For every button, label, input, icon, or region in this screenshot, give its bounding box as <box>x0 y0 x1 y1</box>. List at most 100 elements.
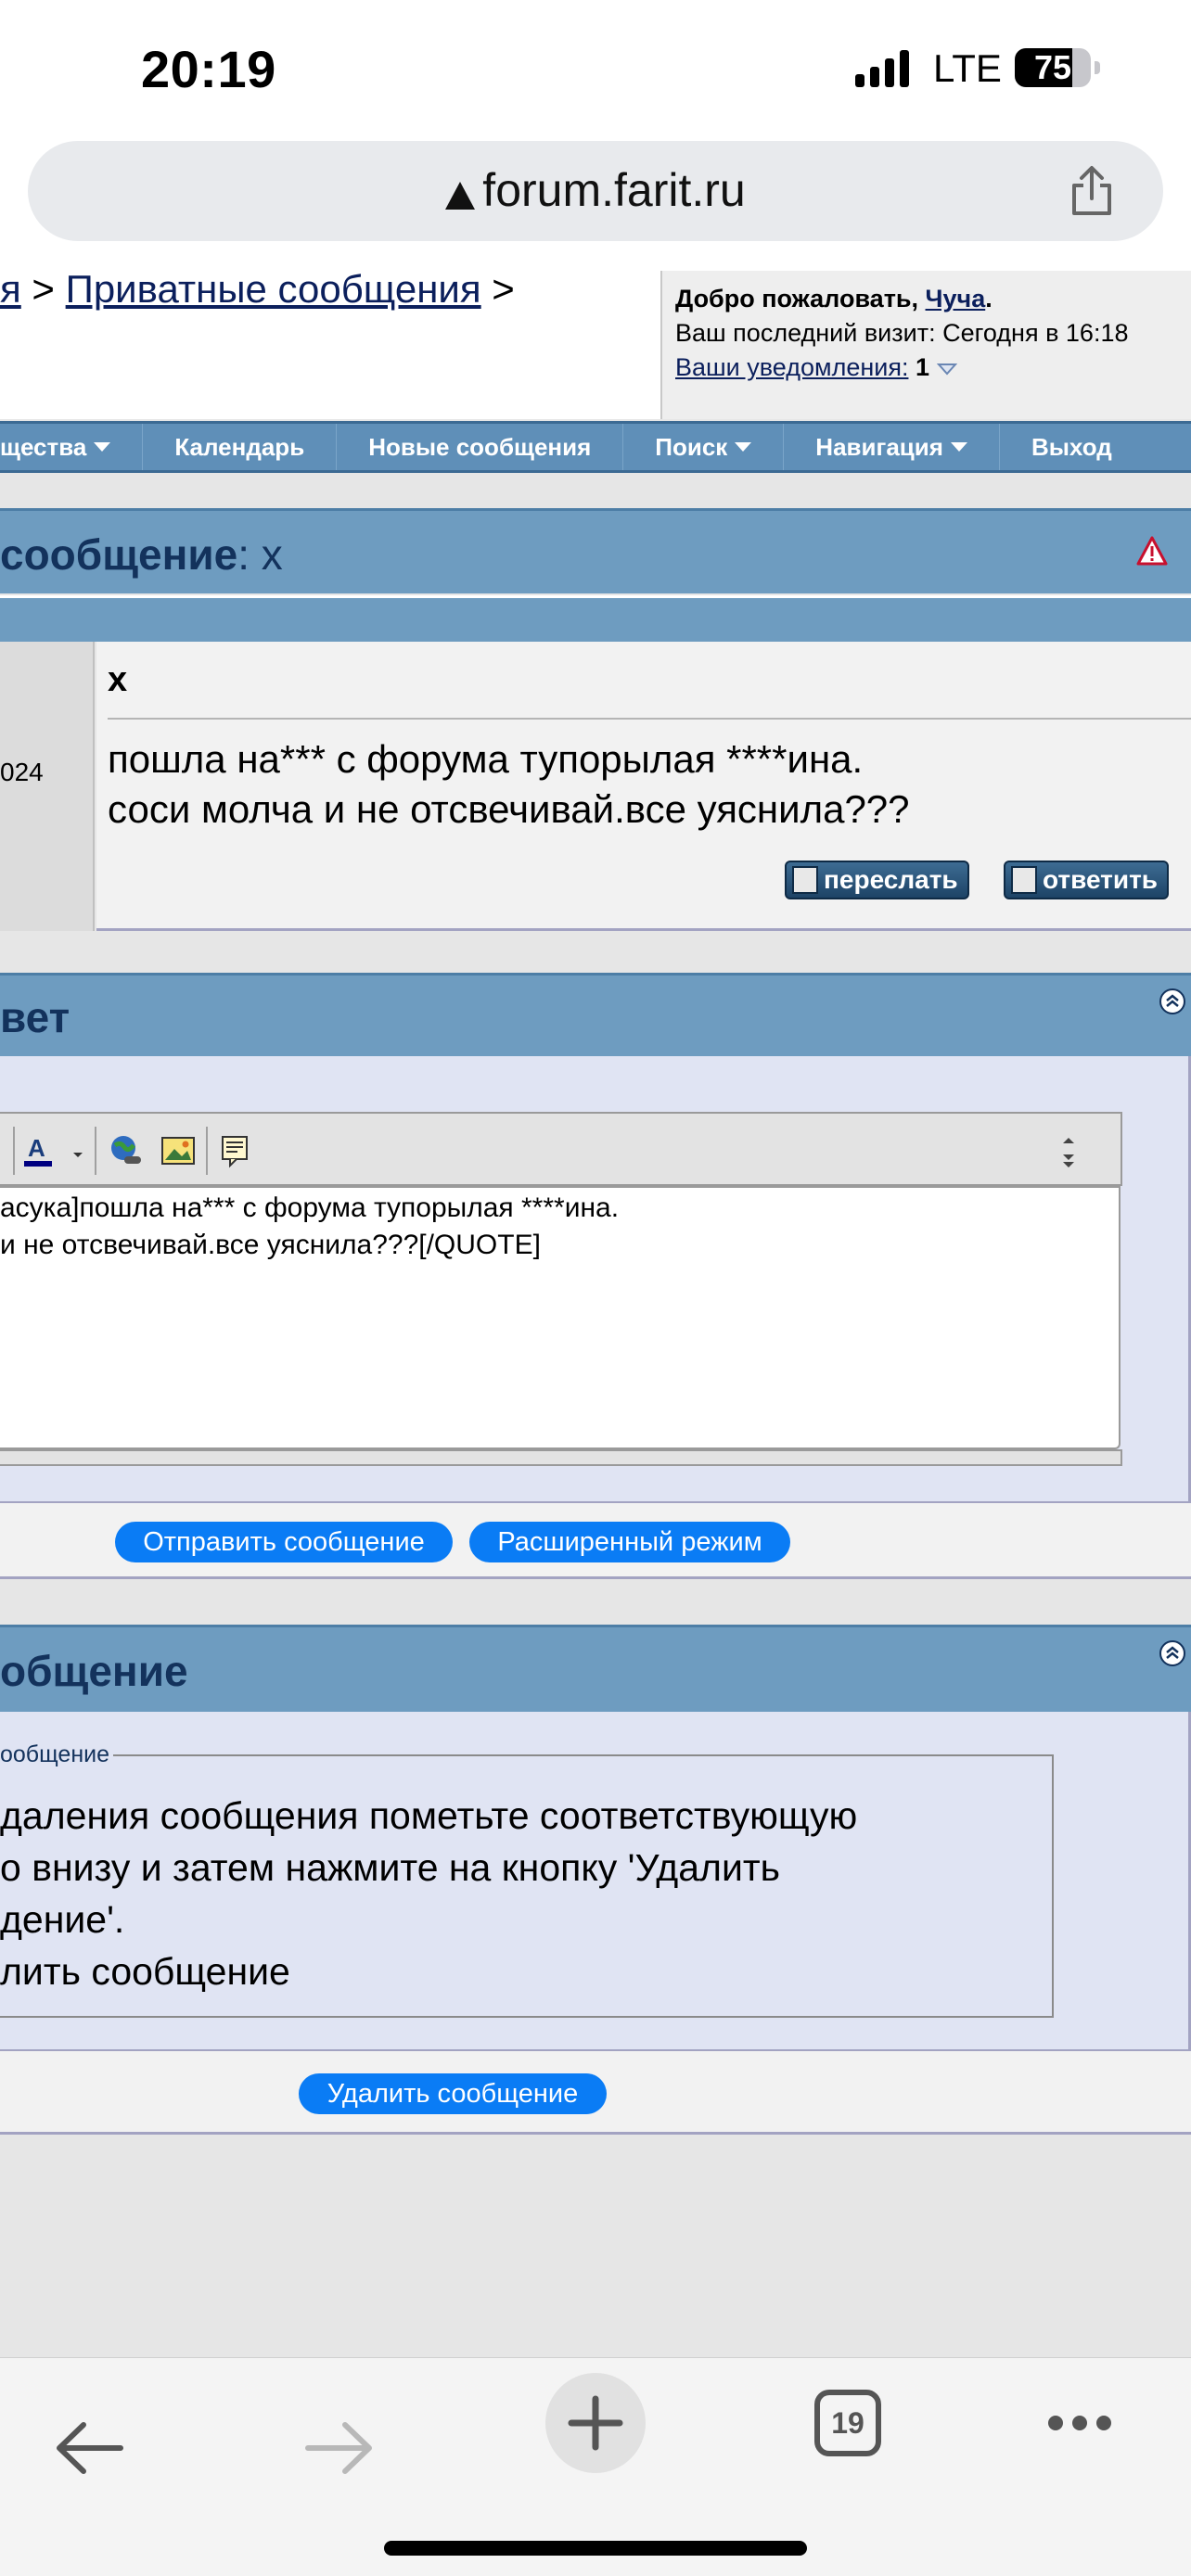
breadcrumb-area: я > Приватные сообщения > <box>0 271 660 419</box>
nav-community[interactable]: щества <box>0 424 144 470</box>
home-indicator <box>384 2541 807 2556</box>
share-icon[interactable] <box>1069 165 1115 217</box>
delete-checkbox-label[interactable]: лить сообщение <box>0 1945 857 1997</box>
nav-navigation-label: Навигация <box>815 432 943 461</box>
collapse-icon[interactable] <box>1159 988 1185 1014</box>
message-subject: x <box>108 660 128 699</box>
message-info-strip <box>0 595 1191 642</box>
chevron-down-icon[interactable] <box>70 1132 85 1169</box>
message-title: сообщение: x <box>0 529 283 580</box>
svg-text:A: A <box>28 1134 45 1162</box>
instruction-line: дение'. <box>0 1898 125 1941</box>
delete-message-header: общение <box>0 1625 1191 1712</box>
forward-button-label: переслать <box>824 865 958 894</box>
notifications-link[interactable]: Ваши уведомления: <box>675 353 908 381</box>
plus-icon <box>568 2395 623 2451</box>
delete-actions: Удалить сообщение <box>0 2049 1191 2135</box>
forward-button[interactable]: переслать <box>785 861 969 899</box>
breadcrumb-link-private-messages[interactable]: Приватные сообщения <box>66 271 481 311</box>
back-arrow-icon[interactable] <box>52 2416 126 2480</box>
welcome-panel: Добро пожаловать, Чуча. Ваш последний ви… <box>660 271 1191 419</box>
clock: 20:19 <box>141 40 276 98</box>
divider <box>108 718 1191 720</box>
reply-button[interactable]: ответить <box>1004 861 1170 899</box>
main-navbar: щества Календарь Новые сообщения Поиск Н… <box>0 421 1191 473</box>
editor-line: и не отсвечивай.все уяснила???[/QUOTE] <box>0 1230 541 1260</box>
instruction-line: даления сообщения пометьте соответствующ… <box>0 1794 858 1837</box>
resize-toggle-icon[interactable] <box>1057 1132 1080 1169</box>
reply-button-label: ответить <box>1043 865 1159 894</box>
submit-message-button[interactable]: Отправить сообщение <box>115 1522 453 1562</box>
nav-search[interactable]: Поиск <box>623 424 785 470</box>
nav-search-label: Поиск <box>655 432 728 461</box>
fieldset-legend: ообщение <box>0 1741 113 1768</box>
breadcrumb-link-parent[interactable]: я <box>0 271 21 311</box>
message-header: сообщение: x <box>0 508 1191 593</box>
quick-reply-title: вет <box>0 993 70 1041</box>
instruction-line: о внизу и затем нажмите на кнопку 'Удали… <box>0 1846 780 1889</box>
warning-triangle-icon <box>445 182 476 210</box>
breadcrumb: я > Приватные сообщения > <box>0 271 515 312</box>
insert-link-icon[interactable] <box>108 1132 145 1169</box>
toolbar-separator <box>95 1127 96 1175</box>
quick-reply-panel: A асука]пошла на*** с форума тупорылая *… <box>0 1056 1191 1501</box>
notifications-count: 1 <box>915 353 929 381</box>
notifications-line: Ваши уведомления: 1 <box>675 351 1191 385</box>
dropdown-arrow-icon <box>950 442 967 452</box>
address-bar[interactable]: forum.farit.ru <box>28 141 1163 241</box>
message-title-subject: x <box>261 530 283 579</box>
username-link[interactable]: Чуча <box>926 285 986 312</box>
dropdown-arrow-icon <box>735 442 752 452</box>
nav-new-posts-label: Новые сообщения <box>368 432 592 461</box>
message-body: x пошла на*** с форума тупорылая ****ина… <box>96 642 1191 931</box>
editor-resize-bar[interactable] <box>0 1449 1122 1466</box>
battery-level: 75 <box>1033 48 1072 86</box>
new-tab-button[interactable] <box>545 2373 646 2473</box>
nav-navigation[interactable]: Навигация <box>784 424 1000 470</box>
url-text: forum.farit.ru <box>482 164 746 216</box>
delete-instructions: даления сообщения пометьте соответствующ… <box>0 1790 857 1997</box>
battery-icon: 75 <box>1015 48 1091 87</box>
nav-new-posts[interactable]: Новые сообщения <box>337 424 624 470</box>
reply-icon <box>1011 866 1037 894</box>
chevron-down-icon[interactable] <box>936 363 957 376</box>
url-display[interactable]: forum.farit.ru <box>28 163 1163 217</box>
more-menu-icon[interactable] <box>1046 2412 1113 2434</box>
forward-icon <box>792 866 818 894</box>
collapse-icon[interactable] <box>1159 1640 1185 1666</box>
message-text-line: соси молча и не отсвечивай.все уяснила??… <box>108 787 910 831</box>
message-text: пошла на*** с форума тупорылая ****ина. … <box>108 734 910 835</box>
quick-reply-actions: Отправить сообщение Расширенный режим <box>0 1501 1191 1579</box>
message-title-prefix: сообщение <box>0 530 238 579</box>
welcome-line: Добро пожаловать, Чуча. <box>675 282 1191 316</box>
battery-tip <box>1095 61 1100 74</box>
toolbar-separator <box>206 1127 208 1175</box>
nav-logout-label: Выход <box>1031 432 1112 461</box>
report-warning-icon[interactable] <box>1135 535 1169 568</box>
web-page: я > Приватные сообщения > Добро пожалова… <box>0 271 1191 2357</box>
welcome-label: Добро пожаловать, <box>675 285 926 312</box>
breadcrumb-separator: > <box>20 271 66 311</box>
quick-reply-header: вет <box>0 973 1191 1056</box>
cellular-signal-icon <box>855 48 909 87</box>
insert-image-icon[interactable] <box>160 1132 197 1169</box>
welcome-end: . <box>985 285 992 312</box>
delete-message-button[interactable]: Удалить сообщение <box>299 2073 607 2114</box>
dropdown-arrow-icon <box>94 442 111 452</box>
message-date: 024 <box>0 758 44 786</box>
reply-textarea[interactable]: асука]пошла на*** с форума тупорылая ***… <box>0 1186 1121 1449</box>
nav-community-label: щества <box>0 432 87 461</box>
quote-icon[interactable] <box>217 1132 254 1169</box>
editor-line: асука]пошла на*** с форума тупорылая ***… <box>0 1192 620 1223</box>
delete-message-panel: ообщение даления сообщения пометьте соот… <box>0 1712 1191 2049</box>
advanced-mode-button[interactable]: Расширенный режим <box>469 1522 790 1562</box>
forward-arrow-icon[interactable] <box>302 2416 377 2480</box>
font-color-icon[interactable]: A <box>22 1132 59 1169</box>
tabs-button[interactable]: 19 <box>814 2390 881 2456</box>
message-text-line: пошла на*** с форума тупорылая ****ина. <box>108 737 864 781</box>
message-title-sep: : <box>237 530 262 579</box>
nav-calendar-label: Календарь <box>174 432 305 461</box>
network-type: LTE <box>933 46 1002 90</box>
nav-calendar[interactable]: Календарь <box>143 424 338 470</box>
nav-logout[interactable]: Выход <box>1000 424 1144 470</box>
